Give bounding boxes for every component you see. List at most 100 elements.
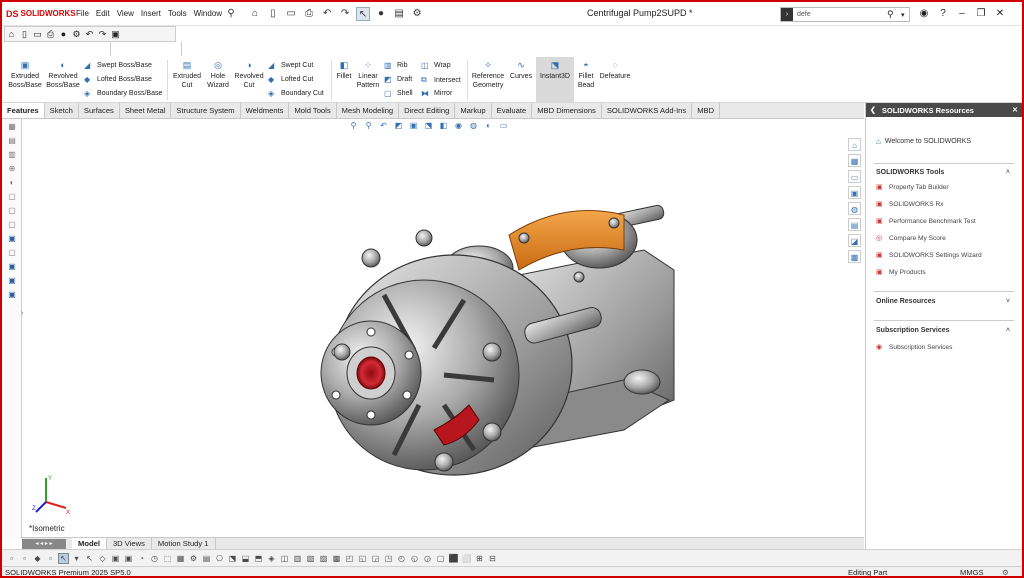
paint-icon[interactable]: ◆ xyxy=(32,554,43,563)
pump-model[interactable] xyxy=(24,120,844,537)
instant3d-button[interactable]: ⬔ Instant3D xyxy=(536,60,574,81)
subscription-section-header[interactable]: Subscription Services ˄ xyxy=(876,327,1010,334)
tool-icon[interactable]: ⬔ xyxy=(227,554,238,563)
tab-markup[interactable]: Markup xyxy=(455,103,492,118)
new-document-icon[interactable]: ▯ xyxy=(266,7,280,21)
tab-weldments[interactable]: Weldments xyxy=(241,103,290,118)
tool-icon[interactable]: ⚙ xyxy=(188,554,199,563)
tool-icon[interactable]: ◲ xyxy=(370,554,381,563)
subscription-link[interactable]: ◉ Subscription Services xyxy=(876,343,952,352)
custom-properties-icon[interactable]: ▤ xyxy=(848,218,861,231)
revolved-cut-button[interactable]: ◑ Revolved Cut xyxy=(232,60,266,90)
search-scope-icon[interactable]: › xyxy=(781,8,793,21)
welcome-link[interactable]: ⌂ Welcome to SOLIDWORKS xyxy=(876,137,971,146)
graphics-area[interactable] xyxy=(24,120,844,537)
fillet-button[interactable]: ◧ Fillet xyxy=(333,60,355,81)
feature-item-icon[interactable]: ▣ xyxy=(5,261,19,273)
search-dropdown-icon[interactable]: ▾ xyxy=(901,11,909,19)
tool-icon[interactable]: ⊞ xyxy=(474,554,485,563)
tool-link[interactable]: ▣ Performance Benchmark Test xyxy=(876,217,976,226)
appearances-icon[interactable]: ◍ xyxy=(848,202,861,215)
restore-icon[interactable]: ❐ xyxy=(974,6,988,21)
tab-3d-views[interactable]: 3D Views xyxy=(107,537,152,550)
linear-pattern-button[interactable]: ⁘ Linear Pattern xyxy=(354,60,382,90)
feature-item-icon[interactable]: ▢ xyxy=(5,205,19,217)
reference-geometry-button[interactable]: ✧ Reference Geometry xyxy=(469,60,507,90)
feature-item-icon[interactable]: ▢ xyxy=(5,191,19,203)
tool-icon[interactable]: ▢ xyxy=(435,554,446,563)
feature-item-icon[interactable]: ▢ xyxy=(5,247,19,259)
redo-icon[interactable]: ↷ xyxy=(338,7,352,21)
cap-bolt[interactable] xyxy=(518,232,530,244)
search-input[interactable]: defe xyxy=(793,11,887,18)
tool-icon[interactable]: ◶ xyxy=(422,554,433,563)
tab-navigation-arrows[interactable]: ◂ ◂ ▸ ▸ xyxy=(22,538,66,549)
tab-mbd-dimensions[interactable]: MBD Dimensions xyxy=(532,103,602,118)
menu-edit[interactable]: Edit xyxy=(96,9,110,18)
minimize-icon[interactable]: – xyxy=(955,6,969,21)
feature-item-icon[interactable]: ▣ xyxy=(5,289,19,301)
draft-button[interactable]: ◩ Draft xyxy=(384,75,412,84)
swept-boss-button[interactable]: ◢ Swept Boss/Base xyxy=(84,61,152,70)
tool-icon[interactable]: ◈ xyxy=(266,554,277,563)
tab-sketch[interactable]: Sketch xyxy=(45,103,79,118)
print-icon[interactable]: ⎙ xyxy=(44,29,57,40)
tool-icon[interactable]: ▣ xyxy=(123,554,134,563)
tab-mesh-modeling[interactable]: Mesh Modeling xyxy=(337,103,400,118)
user-account-icon[interactable]: ◉ xyxy=(917,6,931,21)
dimxpert-icon[interactable]: ⊕ xyxy=(5,163,19,175)
tab-features[interactable]: Features xyxy=(2,103,45,118)
menu-file[interactable]: File xyxy=(76,9,89,18)
tool-icon[interactable]: ▦ xyxy=(175,554,186,563)
boundary-cut-button[interactable]: ◈ Boundary Cut xyxy=(268,89,324,98)
tab-sheet-metal[interactable]: Sheet Metal xyxy=(120,103,172,118)
save-icon[interactable]: ▣ xyxy=(109,29,122,40)
dropdown-icon[interactable]: ▾ xyxy=(71,554,82,563)
tool-icon[interactable]: ▣ xyxy=(110,554,121,563)
tab-mold-tools[interactable]: Mold Tools xyxy=(289,103,337,118)
menu-insert[interactable]: Insert xyxy=(141,9,161,18)
lofted-cut-button[interactable]: ◆ Lofted Cut xyxy=(268,75,313,84)
tool-icon[interactable]: ⬒ xyxy=(253,554,264,563)
tab-structure-system[interactable]: Structure System xyxy=(171,103,241,118)
view-palette-icon[interactable]: ▣ xyxy=(848,186,861,199)
mirror-button[interactable]: ⧓ Mirror xyxy=(421,89,452,98)
search-icon[interactable]: ⚲ xyxy=(887,9,901,20)
tool-icon[interactable]: ◷ xyxy=(149,554,160,563)
design-library-icon[interactable]: ▦ xyxy=(848,154,861,167)
tab-surfaces[interactable]: Surfaces xyxy=(79,103,120,118)
feature-item-icon[interactable]: ▢ xyxy=(5,219,19,231)
property-manager-icon[interactable]: ▤ xyxy=(5,135,19,147)
tool-icon[interactable]: ⬛ xyxy=(448,554,459,563)
redo-icon[interactable]: ↷ xyxy=(96,29,109,40)
online-section-header[interactable]: Online Resources ˅ xyxy=(876,298,1010,305)
home-icon[interactable]: ⌂ xyxy=(248,7,262,21)
casing-bolt[interactable] xyxy=(434,452,454,472)
shell-button[interactable]: ▢ Shell xyxy=(384,89,413,98)
resources-home-icon[interactable]: ⌂ xyxy=(848,138,861,151)
tool-icon[interactable]: ◳ xyxy=(383,554,394,563)
help-icon[interactable]: ? xyxy=(936,6,950,21)
solidworks-forum-icon[interactable]: ◪ xyxy=(848,234,861,247)
tool-icon[interactable]: ◴ xyxy=(396,554,407,563)
feature-tree-icon[interactable]: ▦ xyxy=(5,121,19,133)
chevron-up-icon[interactable]: ˄ xyxy=(1006,169,1010,176)
tool-icon[interactable]: ⎔ xyxy=(214,554,225,563)
unit-system-text[interactable]: MMGS xyxy=(960,567,984,576)
tool-link[interactable]: ▣ SOLIDWORKS Settings Wizard xyxy=(876,251,982,260)
file-properties-icon[interactable]: ▤ xyxy=(392,7,406,21)
tool-icon[interactable]: ◫ xyxy=(279,554,290,563)
tool-icon[interactable]: ▥ xyxy=(292,554,303,563)
tool-icon[interactable]: ⬜ xyxy=(461,554,472,563)
menu-view[interactable]: View xyxy=(117,9,134,18)
casing-bolt[interactable] xyxy=(482,422,502,442)
panel-collapse-icon[interactable]: ❮ xyxy=(870,106,876,114)
file-explorer-icon[interactable]: ▭ xyxy=(848,170,861,183)
swept-cut-button[interactable]: ◢ Swept Cut xyxy=(268,61,313,70)
tool-icon[interactable]: ▫ xyxy=(6,554,17,563)
search-box[interactable]: › defe ⚲ ▾ xyxy=(780,7,910,22)
tool-icon[interactable]: ▨ xyxy=(318,554,329,563)
feature-item-icon[interactable]: ▣ xyxy=(5,233,19,245)
tab-motion-study[interactable]: Motion Study 1 xyxy=(152,537,216,550)
tool-icon[interactable]: ◵ xyxy=(409,554,420,563)
